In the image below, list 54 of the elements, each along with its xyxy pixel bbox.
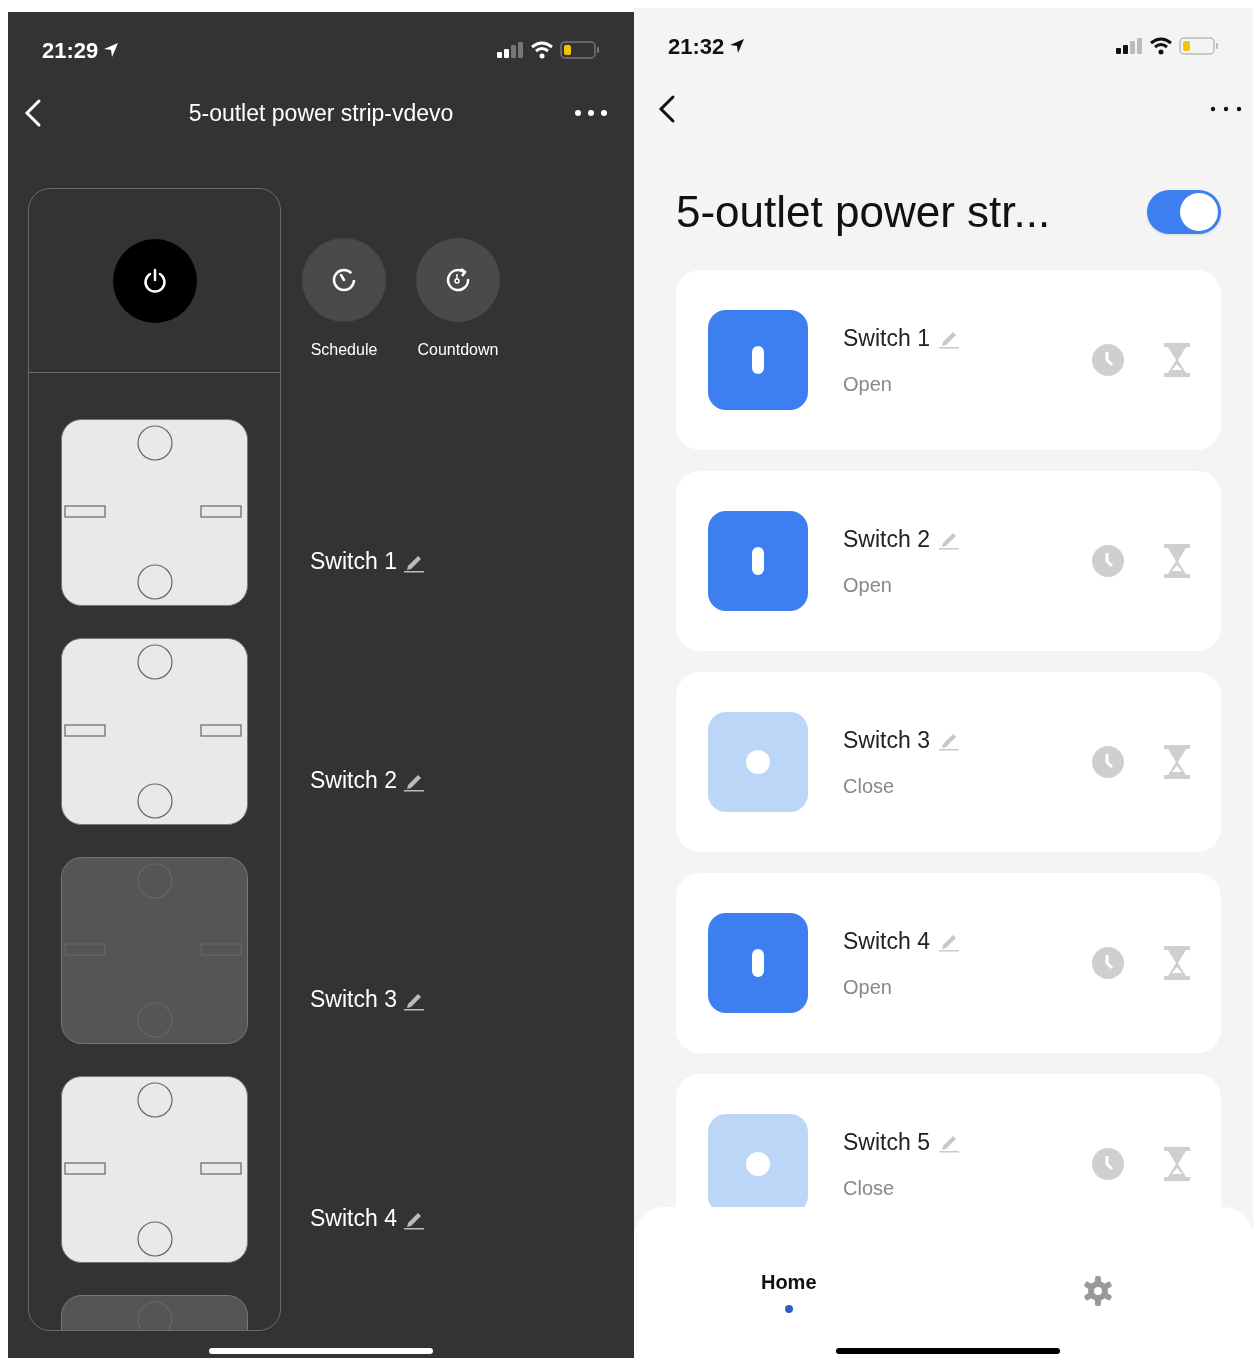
switch-status: Close [843,1176,895,1202]
home-tab[interactable]: Home [760,1267,817,1297]
switch-label: Switch 2 [310,766,397,796]
wifi-icon [530,41,554,59]
switch-label: Switch 3 [310,985,397,1015]
switch-status: Open [843,975,892,1001]
switch-name: Switch 5 [843,1127,930,1157]
switch-status: Open [843,372,892,398]
timer-icon [330,266,358,294]
clock-icon[interactable] [1091,946,1125,980]
location-arrow-icon [728,37,747,55]
switch-toggle[interactable] [708,310,808,410]
device-title: 5-outlet power str... [676,186,1051,238]
hourglass-icon[interactable] [1163,342,1191,378]
status-time: 21:29 [42,36,99,65]
hourglass-icon[interactable] [1163,744,1191,780]
outlet-drawing[interactable] [61,1076,248,1263]
signal-icon [1115,38,1143,54]
schedule-label: Schedule [310,340,378,360]
switch-name: Switch 1 [843,323,930,353]
location-arrow-icon [102,41,121,59]
settings-icon[interactable] [1082,1275,1115,1307]
wifi-icon [1149,37,1173,55]
switch-toggle[interactable] [708,913,808,1013]
outlet-drawing[interactable] [61,419,248,606]
switch-toggle[interactable] [708,511,808,611]
switch-label: Switch 1 [310,547,397,577]
battery-icon [560,40,600,60]
clock-icon[interactable] [1091,1147,1125,1181]
switch-name: Switch 4 [843,926,930,956]
outlet-drawing[interactable] [61,638,248,825]
status-time: 21:32 [668,32,725,61]
hourglass-icon[interactable] [1163,543,1191,579]
hourglass-icon[interactable] [1163,1146,1191,1182]
countdown-icon [444,266,472,294]
switch-label: Switch 4 [310,1204,397,1234]
hourglass-icon[interactable] [1163,945,1191,981]
back-icon[interactable] [658,94,676,124]
switch-toggle[interactable] [708,1114,808,1207]
master-toggle[interactable] [1147,190,1221,234]
switch-status: Open [843,573,892,599]
switch-name: Switch 2 [843,524,930,554]
clock-icon[interactable] [1091,544,1125,578]
clock-icon[interactable] [1091,745,1125,779]
switch-toggle[interactable] [708,712,808,812]
more-icon[interactable] [1209,104,1243,114]
switch-name: Switch 3 [843,725,930,755]
more-icon[interactable] [574,108,608,118]
battery-icon [1179,36,1219,56]
switch-status: Close [843,774,895,800]
countdown-label: Countdown [417,340,499,360]
screen-title: 5-outlet power strip-vdevo [188,98,454,128]
signal-icon [496,42,524,58]
clock-icon[interactable] [1091,343,1125,377]
